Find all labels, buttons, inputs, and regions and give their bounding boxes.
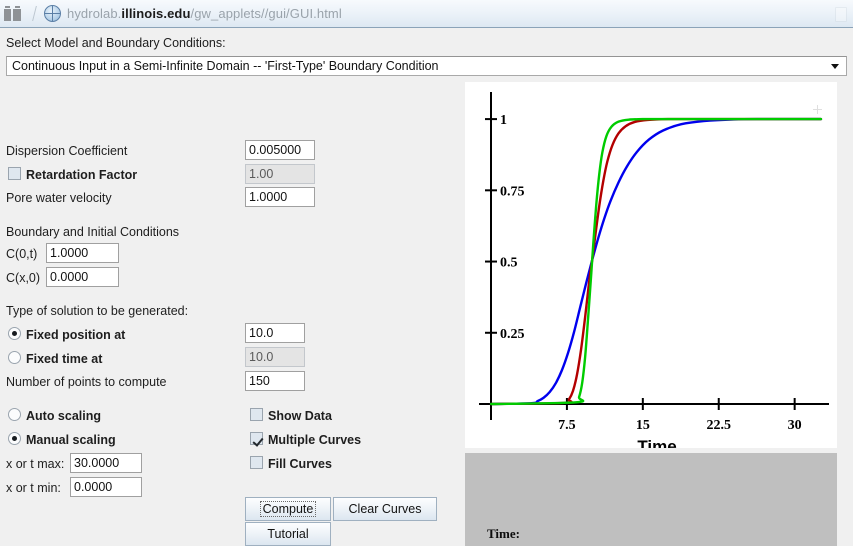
breakthrough-curve-chart: 0.25 0.5 0.75 1 7.5 15 22.5 30 Time <box>479 92 829 448</box>
chart-series-curve-1 <box>489 117 823 406</box>
status-panel: Time: <box>465 453 837 546</box>
x-tick-label: 22.5 <box>706 418 731 433</box>
dispersion-coefficient-label: Dispersion Coefficient <box>6 144 128 158</box>
url-domain: illinois.edu <box>121 6 191 21</box>
x-tick-label: 15 <box>636 418 650 433</box>
retardation-factor-checkbox[interactable] <box>8 167 21 180</box>
multiple-curves-checkbox[interactable] <box>250 432 263 445</box>
fixed-time-radio[interactable] <box>8 351 21 364</box>
url-domain-prefix: hydrolab. <box>67 6 122 21</box>
xt-max-input[interactable]: 30.0000 <box>70 453 142 473</box>
chevron-down-icon[interactable] <box>824 63 846 69</box>
chart-series-curve-2 <box>489 117 823 406</box>
fixed-position-radio[interactable] <box>8 327 21 340</box>
fill-curves-checkbox[interactable] <box>250 456 263 469</box>
points-count-input[interactable]: 150 <box>245 371 305 391</box>
clear-curves-button[interactable]: Clear Curves <box>333 497 437 521</box>
time-readout-label: Time: <box>487 526 520 541</box>
cx0-input[interactable]: 0.0000 <box>46 267 119 287</box>
xt-min-label: x or t min: <box>6 481 61 495</box>
manual-scaling-label: Manual scaling <box>26 433 116 447</box>
model-select-bar: Select Model and Boundary Conditions: Co… <box>0 28 853 82</box>
model-select-label: Select Model and Boundary Conditions: <box>6 36 226 50</box>
y-tick-label: 0.75 <box>500 184 525 199</box>
url-path: /gw_applets//gui/GUI.html <box>190 6 342 21</box>
fill-curves-label: Fill Curves <box>268 457 332 471</box>
y-tick-label: 0.25 <box>500 327 525 342</box>
boundary-conditions-heading: Boundary and Initial Conditions <box>6 225 180 239</box>
retardation-factor-input[interactable]: 1.00 <box>245 164 315 184</box>
controls-panel: Dispersion Coefficient 0.005000 Retardat… <box>0 82 460 546</box>
fixed-time-label: Fixed time at <box>26 352 103 366</box>
chevron-right-icon <box>25 4 38 24</box>
clear-curves-button-label: Clear Curves <box>348 502 422 516</box>
globe-icon <box>44 5 61 22</box>
multiple-curves-label: Multiple Curves <box>268 433 362 447</box>
xt-max-label: x or t max: <box>6 457 65 471</box>
cx0-label: C(x,0) <box>6 271 41 285</box>
manual-scaling-radio[interactable] <box>8 432 21 445</box>
page-action-icon[interactable] <box>827 4 853 24</box>
model-select-value: Continuous Input in a Semi-Infinite Doma… <box>12 59 439 73</box>
y-tick-label: 1 <box>500 113 507 128</box>
applet-page: hydrolab. illinois.edu /gw_applets//gui/… <box>0 0 853 546</box>
points-count-label: Number of points to compute <box>6 375 167 389</box>
crosshair-cursor-icon <box>813 105 822 114</box>
retardation-factor-label: Retardation Factor <box>26 168 138 182</box>
main-area: Dispersion Coefficient 0.005000 Retardat… <box>0 82 853 546</box>
fixed-time-input[interactable]: 10.0 <box>245 347 305 367</box>
show-data-label: Show Data <box>268 409 332 423</box>
c0t-input[interactable]: 1.0000 <box>46 243 119 263</box>
tutorial-button-label: Tutorial <box>267 527 309 541</box>
x-tick-label: 30 <box>788 418 802 433</box>
chart-series-curve-3 <box>489 117 823 406</box>
compute-button-label: Compute <box>259 501 317 517</box>
dispersion-coefficient-input[interactable]: 0.005000 <box>245 140 315 160</box>
fixed-position-label: Fixed position at <box>26 328 126 342</box>
pore-water-velocity-input[interactable]: 1.0000 <box>245 187 315 207</box>
auto-scaling-label: Auto scaling <box>26 409 102 423</box>
right-margin <box>837 82 853 546</box>
address-bar[interactable]: hydrolab. illinois.edu /gw_applets//gui/… <box>67 6 827 21</box>
tabs-icon[interactable] <box>4 6 22 21</box>
x-axis-label: Time <box>637 437 676 448</box>
auto-scaling-radio[interactable] <box>8 408 21 421</box>
fixed-position-input[interactable]: 10.0 <box>245 323 305 343</box>
x-tick-label: 7.5 <box>558 418 576 433</box>
browser-chrome: hydrolab. illinois.edu /gw_applets//gui/… <box>0 0 853 28</box>
pore-water-velocity-label: Pore water velocity <box>6 191 112 205</box>
y-tick-label: 0.5 <box>500 256 518 271</box>
chart-panel[interactable]: 0.25 0.5 0.75 1 7.5 15 22.5 30 Time <box>465 82 837 448</box>
compute-button[interactable]: Compute <box>245 497 331 521</box>
c0t-label: C(0,t) <box>6 247 38 261</box>
model-select-combobox[interactable]: Continuous Input in a Semi-Infinite Doma… <box>6 56 847 76</box>
show-data-checkbox[interactable] <box>250 408 263 421</box>
solution-type-heading: Type of solution to be generated: <box>6 304 189 318</box>
tutorial-button[interactable]: Tutorial <box>245 522 331 546</box>
xt-min-input[interactable]: 0.0000 <box>70 477 142 497</box>
